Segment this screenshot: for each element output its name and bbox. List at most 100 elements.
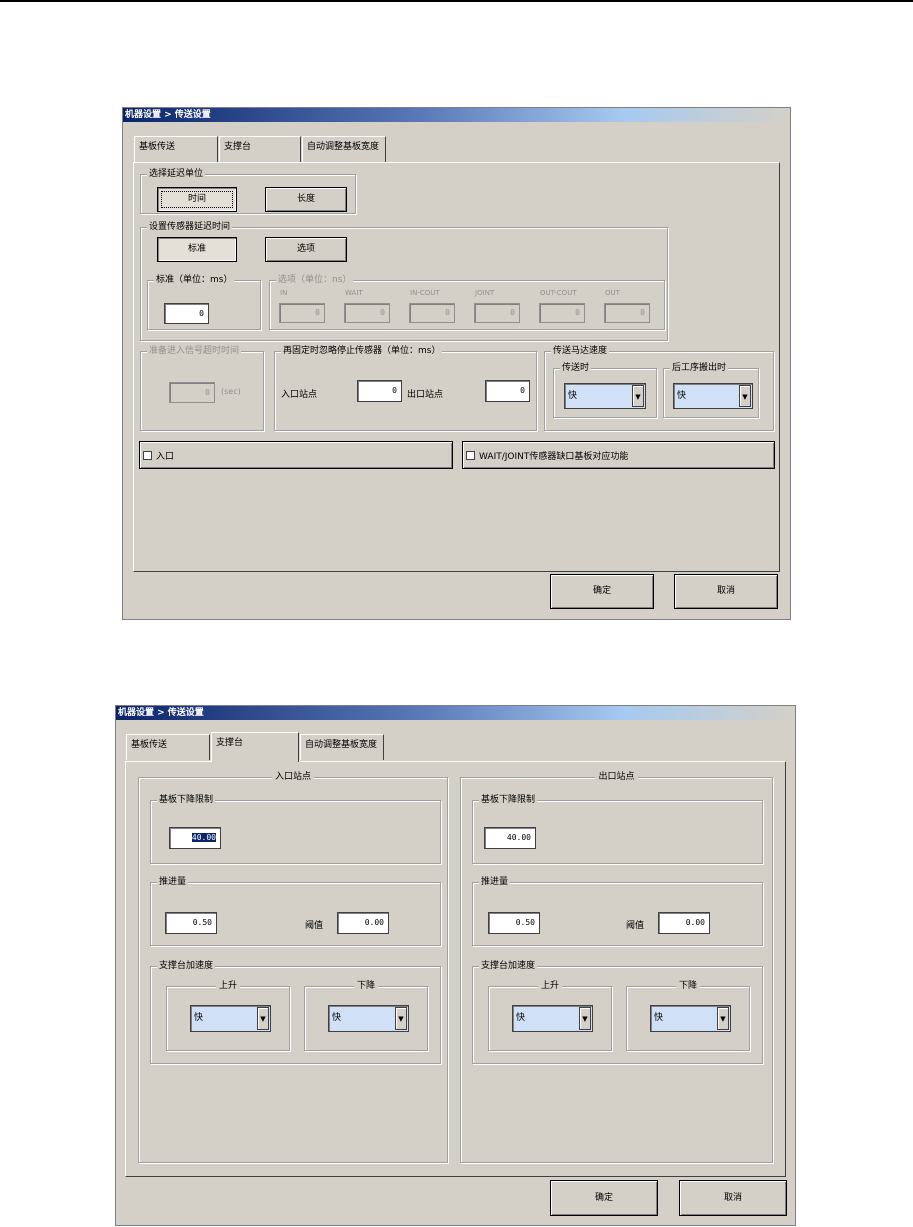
cancel-button-label: 取消: [723, 1193, 742, 1203]
exit-up-legend: 上升: [489, 980, 611, 992]
entry-threshold-label: 阈值: [305, 921, 324, 931]
entry-down-value: 快: [332, 1013, 342, 1023]
entry-station-legend: 入口站点: [139, 771, 447, 783]
option-label-in: IN: [280, 289, 288, 297]
entry-checkbox-bar[interactable]: 入口: [139, 441, 453, 469]
entry-checkbox-label: 入口: [156, 452, 175, 462]
post-process-speed-value: 快: [677, 391, 687, 401]
dropdown-arrow-icon[interactable]: ▼: [579, 1007, 591, 1030]
ignore-stop-sensor-group: 再固定时忽略停止传感器（单位：ms） 入口站点 0 出口站点 0: [274, 345, 537, 431]
transfer-speed-group: 传送时 快 ▼: [553, 362, 657, 418]
exit-up-group: 上升 快 ▼: [488, 981, 612, 1051]
entry-accel-group: 支撑台加速度 上升 快 ▼ 下降 快 ▼: [150, 960, 441, 1064]
option-button[interactable]: 选项: [265, 237, 347, 262]
standard-button[interactable]: 标准: [157, 237, 237, 262]
entry-down-legend: 下降: [305, 980, 427, 992]
entry-advance-input[interactable]: 0.50: [165, 912, 217, 934]
exit-accel-legend: 支撑台加速度: [479, 960, 538, 972]
option-label-out-cout: OUT-COUT: [540, 289, 577, 297]
exit-down-group: 下降 快 ▼: [626, 981, 750, 1051]
transfer-speed-legend: 传送时: [560, 362, 592, 374]
post-process-speed-select[interactable]: 快 ▼: [673, 383, 753, 409]
entry-checkbox[interactable]: [143, 451, 152, 460]
post-process-speed-legend: 后工序搬出时: [670, 362, 729, 374]
exit-station-group: 出口站点 基板下降限制 40.00 推进量 0.50 阈值 0.00 支撑台加速…: [460, 772, 773, 1163]
dropdown-arrow-icon[interactable]: ▼: [257, 1007, 269, 1030]
exit-advance-input[interactable]: 0.50: [488, 912, 540, 934]
exit-accel-group: 支撑台加速度 上升 快 ▼ 下降 快 ▼: [472, 960, 763, 1064]
option-label-joint: JOINT: [475, 289, 495, 297]
post-process-speed-group: 后工序搬出时 快 ▼: [663, 362, 759, 418]
time-button[interactable]: 时间: [157, 187, 237, 212]
delay-unit-group: 选择延迟单位 时间 长度: [140, 168, 356, 214]
entry-up-value: 快: [194, 1013, 204, 1023]
prep-timeout-legend: 准备进入信号超时时间: [147, 345, 242, 357]
exit-station-legend: 出口站点: [461, 771, 772, 783]
motor-speed-group: 传送马达速度 传送时 快 ▼ 后工序搬出时 快 ▼: [544, 345, 774, 431]
transfer-settings-window-2: 机器设置 > 传送设置 基板传送 支撑台 自动调整基板宽度 入口站点 基板下降限…: [115, 705, 796, 1226]
entry-accel-legend: 支撑台加速度: [157, 960, 216, 972]
exit-station-label: 出口站点: [407, 390, 444, 400]
entry-up-group: 上升 快 ▼: [166, 981, 290, 1051]
entry-lower-limit-legend: 基板下降限制: [157, 794, 216, 806]
option-legend: 选项（单位：ns）: [276, 274, 354, 286]
option-group: 选项（单位：ns） IN 0 WAIT 0 IN-COUT 0 JOINT 0 …: [269, 274, 665, 330]
exit-advance-legend: 推进量: [479, 876, 511, 888]
tab-auto-width[interactable]: 自动调整基板宽度: [302, 136, 386, 162]
entry-lower-limit-value: 40.00: [191, 833, 216, 842]
wait-joint-checkbox[interactable]: [466, 451, 475, 460]
tab-support-table[interactable]: 支撑台: [219, 136, 301, 162]
ok-button[interactable]: 确定: [550, 1180, 658, 1216]
cancel-button[interactable]: 取消: [674, 574, 778, 609]
option-label-out: OUT: [605, 289, 620, 297]
entry-threshold-input[interactable]: 0.00: [337, 912, 389, 934]
exit-down-select[interactable]: 快 ▼: [650, 1005, 731, 1032]
sensor-delay-legend: 设置传感器延迟时间: [147, 221, 233, 233]
tab-auto-width[interactable]: 自动调整基板宽度: [300, 734, 384, 760]
exit-down-value: 快: [654, 1013, 664, 1023]
entry-down-group: 下降 快 ▼: [304, 981, 428, 1051]
window-title: 机器设置 > 传送设置: [123, 108, 790, 122]
standard-legend: 标准（单位：ms）: [154, 274, 235, 286]
tab-support-table[interactable]: 支撑台: [211, 732, 299, 762]
exit-lower-limit-legend: 基板下降限制: [479, 794, 538, 806]
tab-board-transfer[interactable]: 基板传送: [134, 136, 218, 163]
dropdown-arrow-icon[interactable]: ▼: [395, 1007, 407, 1030]
dropdown-arrow-icon[interactable]: ▼: [632, 385, 644, 407]
dropdown-arrow-icon[interactable]: ▼: [739, 385, 751, 407]
entry-lower-limit-input[interactable]: 40.00: [169, 827, 221, 849]
option-input-in: 0: [279, 303, 325, 323]
exit-station-input[interactable]: 0: [485, 380, 530, 402]
transfer-speed-value: 快: [568, 391, 578, 401]
sensor-delay-group: 设置传感器延迟时间 标准 选项 标准（单位：ms） 0 选项（单位：ns） IN…: [140, 221, 668, 341]
length-button[interactable]: 长度: [265, 187, 347, 212]
dropdown-arrow-icon[interactable]: ▼: [717, 1007, 729, 1030]
entry-station-input[interactable]: 0: [357, 380, 402, 402]
entry-station-label: 入口站点: [281, 390, 318, 400]
standard-group: 标准（单位：ms） 0: [147, 274, 261, 330]
exit-up-select[interactable]: 快 ▼: [512, 1005, 593, 1032]
delay-unit-legend: 选择延迟单位: [147, 168, 206, 180]
option-label-in-cout: IN-COUT: [410, 289, 440, 297]
wait-joint-checkbox-bar[interactable]: WAIT/JOINT传感器缺口基板对应功能: [462, 441, 775, 469]
motor-speed-legend: 传送马达速度: [551, 345, 610, 357]
length-button-label: 长度: [296, 194, 315, 204]
exit-threshold-input[interactable]: 0.00: [658, 912, 710, 934]
tab-board-transfer[interactable]: 基板传送: [126, 734, 210, 760]
ok-button[interactable]: 确定: [550, 574, 654, 609]
tab-panel: 入口站点 基板下降限制 40.00 推进量 0.50 阈值 0.00 支撑台加速…: [125, 761, 786, 1177]
standard-delay-input[interactable]: 0: [164, 303, 209, 324]
standard-button-label: 标准: [187, 244, 206, 254]
option-label-wait: WAIT: [345, 289, 363, 297]
cancel-button[interactable]: 取消: [679, 1180, 787, 1216]
exit-lower-limit-input[interactable]: 40.00: [484, 827, 536, 849]
option-input-wait: 0: [344, 303, 390, 323]
exit-up-value: 快: [516, 1013, 526, 1023]
entry-up-select[interactable]: 快 ▼: [190, 1005, 271, 1032]
transfer-settings-window-1: 机器设置 > 传送设置 基板传送 支撑台 自动调整基板宽度 选择延迟单位 时间 …: [122, 107, 791, 620]
option-input-in-cout: 0: [409, 303, 455, 323]
exit-down-legend: 下降: [627, 980, 749, 992]
transfer-speed-select[interactable]: 快 ▼: [564, 383, 646, 409]
entry-down-select[interactable]: 快 ▼: [328, 1005, 409, 1032]
exit-threshold-label: 阈值: [626, 921, 645, 931]
